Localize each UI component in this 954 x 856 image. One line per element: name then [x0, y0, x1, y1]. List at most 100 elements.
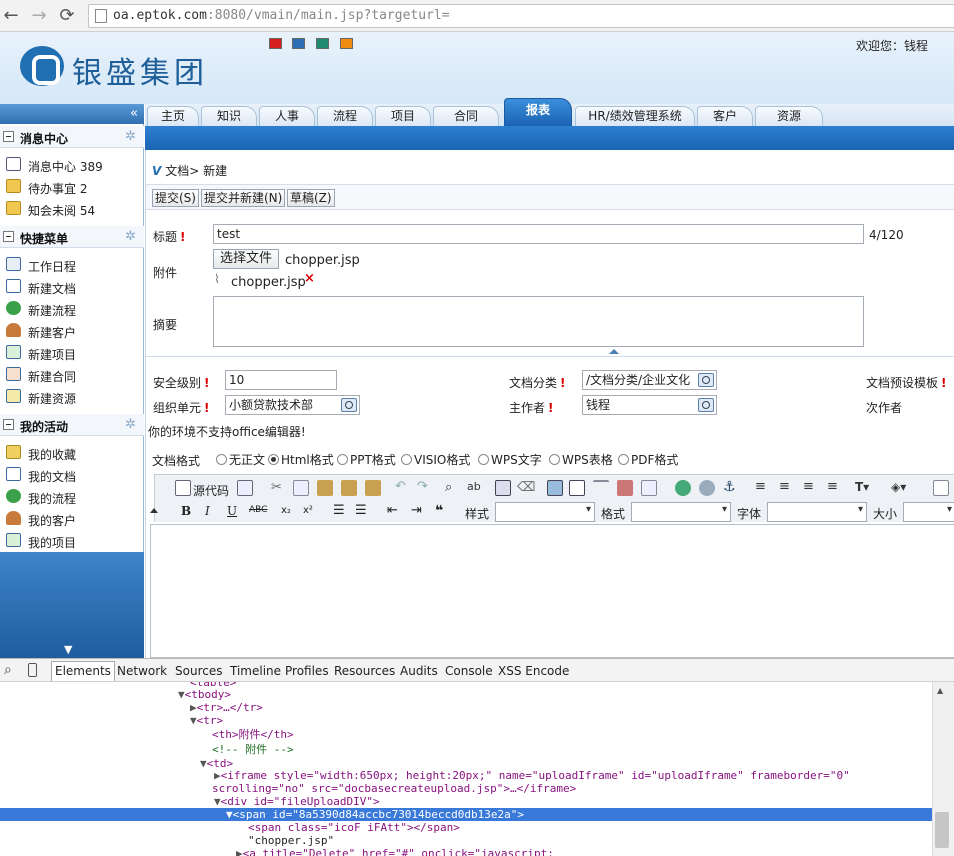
sidebar-section-shortcuts[interactable]: 快捷菜单 ✲ [0, 226, 144, 248]
blockquote-icon[interactable]: ❝ [435, 503, 443, 519]
delete-attachment-icon[interactable]: × [304, 271, 315, 286]
rich-text-editor[interactable] [150, 524, 954, 658]
iframe-icon[interactable] [641, 480, 657, 496]
link-icon[interactable] [675, 480, 691, 496]
dom-comment[interactable]: <!-- 附件 --> [212, 743, 294, 756]
collapse-icon[interactable] [3, 231, 14, 242]
sidebar-item-notify[interactable]: 知会未阅 54 [0, 198, 144, 220]
draft-button[interactable]: 草稿(Z) [287, 189, 335, 207]
tab-customer[interactable]: 客户 [697, 106, 753, 126]
gear-icon[interactable]: ✲ [125, 229, 136, 244]
font-select[interactable] [767, 502, 867, 522]
align-left-icon[interactable]: ≡ [755, 479, 771, 495]
choose-file-button[interactable]: 选择文件 [213, 249, 280, 269]
collapse-icon[interactable] [3, 131, 14, 142]
anchor-icon[interactable]: ⚓ [723, 479, 739, 495]
dom-line[interactable]: <span class="icoF iFAtt"></span> [248, 821, 460, 834]
back-icon[interactable]: ← [0, 5, 22, 27]
table-icon[interactable] [569, 480, 585, 496]
browse-icon[interactable] [341, 398, 357, 412]
sidebar-item-messages[interactable]: 消息中心 389 [0, 154, 144, 176]
title-input[interactable]: test [213, 224, 864, 244]
tab-contract[interactable]: 合同 [433, 106, 499, 126]
dom-line-selected[interactable]: ▼<span id="8a5390d84accbc73014beccd0db13… [0, 808, 932, 821]
devtools-tab-console[interactable]: Console [445, 664, 493, 678]
skin-orange-button[interactable] [340, 38, 353, 49]
text-color-icon[interactable]: T▾ [855, 480, 871, 496]
sidebar-collapse-button[interactable]: « [0, 104, 144, 124]
dom-line[interactable]: ▶<iframe style="width:650px; height:20px… [214, 769, 850, 782]
align-center-icon[interactable]: ≡ [779, 479, 795, 495]
select-all-icon[interactable] [495, 480, 511, 496]
copy-icon[interactable] [293, 480, 309, 496]
sidebar-section-messages[interactable]: 消息中心 ✲ [0, 126, 144, 148]
sidebar-item-new-customer[interactable]: 新建客户 [0, 320, 144, 342]
sidebar-item-new-contract[interactable]: 新建合同 [0, 364, 144, 386]
subscript-icon[interactable]: x₂ [281, 505, 291, 516]
format-option-html[interactable]: Html格式 [268, 451, 334, 468]
sidebar-item-new-project[interactable]: 新建项目 [0, 342, 144, 364]
italic-icon[interactable]: I [205, 504, 210, 518]
cut-icon[interactable]: ✂ [271, 480, 287, 496]
dom-line[interactable]: ▼<tbody> [178, 688, 231, 701]
style-select[interactable] [495, 502, 595, 522]
image-icon[interactable] [547, 480, 563, 496]
address-bar[interactable]: oa.eptok.com:8080/vmain/main.jsp?targetu… [88, 4, 954, 28]
chevron-down-icon[interactable]: ▼ [64, 643, 72, 656]
device-mode-icon[interactable] [28, 663, 37, 677]
tab-resource[interactable]: 资源 [755, 106, 823, 126]
dom-text-node[interactable]: "chopper.jsp" [248, 834, 334, 847]
format-option-ppt[interactable]: PPT格式 [337, 451, 396, 468]
tab-workflow[interactable]: 流程 [317, 106, 373, 126]
replace-icon[interactable]: ab [467, 480, 483, 496]
toolbar-collapse-icon[interactable] [150, 508, 158, 513]
devtools-tab-network[interactable]: Network [117, 664, 167, 678]
sidebar-item-todo[interactable]: 待办事宜 2 [0, 176, 144, 198]
paste-word-icon[interactable] [365, 480, 381, 496]
submit-new-button[interactable]: 提交并新建(N) [201, 189, 286, 207]
security-level-input[interactable]: 10 [225, 370, 337, 390]
bold-icon[interactable]: B [181, 504, 191, 518]
tab-home[interactable]: 主页 [147, 106, 199, 126]
scroll-up-icon[interactable]: ▲ [937, 686, 943, 695]
doc-category-input[interactable]: /文档分类/企业文化 [582, 370, 717, 390]
unlink-icon[interactable] [699, 480, 715, 496]
redo-icon[interactable]: ↷ [417, 479, 433, 495]
outdent-icon[interactable]: ⇤ [387, 503, 398, 518]
sidebar-item-new-doc[interactable]: 新建文档 [0, 276, 144, 298]
format-option-none[interactable]: 无正文 [216, 451, 265, 468]
format-option-wps-text[interactable]: WPS文字 [478, 451, 542, 468]
devtools-tab-xss-encode[interactable]: XSS Encode [498, 664, 569, 678]
superscript-icon[interactable]: x² [303, 505, 313, 516]
dom-line[interactable]: ▶<tr>…</tr> [190, 701, 263, 714]
strikethrough-icon[interactable]: ABC [249, 505, 267, 515]
justify-icon[interactable]: ≡ [827, 479, 843, 495]
underline-icon[interactable]: U [227, 504, 237, 518]
dom-line[interactable]: <th>附件</th> [212, 728, 294, 741]
skin-blue-button[interactable] [292, 38, 305, 49]
browse-icon[interactable] [698, 373, 714, 387]
tab-report[interactable]: 报表 [504, 98, 572, 126]
format-option-pdf[interactable]: PDF格式 [618, 451, 678, 468]
browse-icon[interactable] [698, 398, 714, 412]
sidebar-item-new-flow[interactable]: 新建流程 [0, 298, 144, 320]
tab-hr[interactable]: 人事 [259, 106, 315, 126]
align-right-icon[interactable]: ≡ [803, 479, 819, 495]
special-char-icon[interactable] [617, 480, 633, 496]
find-icon[interactable]: ⌕ [445, 480, 461, 496]
skin-red-button[interactable] [269, 38, 282, 49]
tab-hr-performance[interactable]: HR/绩效管理系统 [575, 106, 695, 126]
dom-line[interactable]: ▼<div id="fileUploadDIV"> [214, 795, 380, 808]
eraser-icon[interactable]: ⌫ [517, 480, 535, 496]
paste-icon[interactable] [317, 480, 333, 496]
devtools-tab-profiles[interactable]: Profiles [285, 664, 329, 678]
dom-line[interactable]: scrolling="no" src="docbasecreateupload.… [212, 782, 576, 795]
gear-icon[interactable]: ✲ [125, 417, 136, 432]
forward-icon[interactable]: → [28, 5, 50, 27]
format-option-visio[interactable]: VISIO格式 [401, 451, 470, 468]
dom-line[interactable]: ▶<a title="Delete" href="#" onclick="jav… [236, 847, 554, 856]
reload-icon[interactable]: ⟳ [56, 5, 78, 27]
tab-knowledge[interactable]: 知识 [201, 106, 257, 126]
devtools-tab-elements[interactable]: Elements [51, 661, 115, 681]
undo-icon[interactable]: ↶ [395, 479, 411, 495]
